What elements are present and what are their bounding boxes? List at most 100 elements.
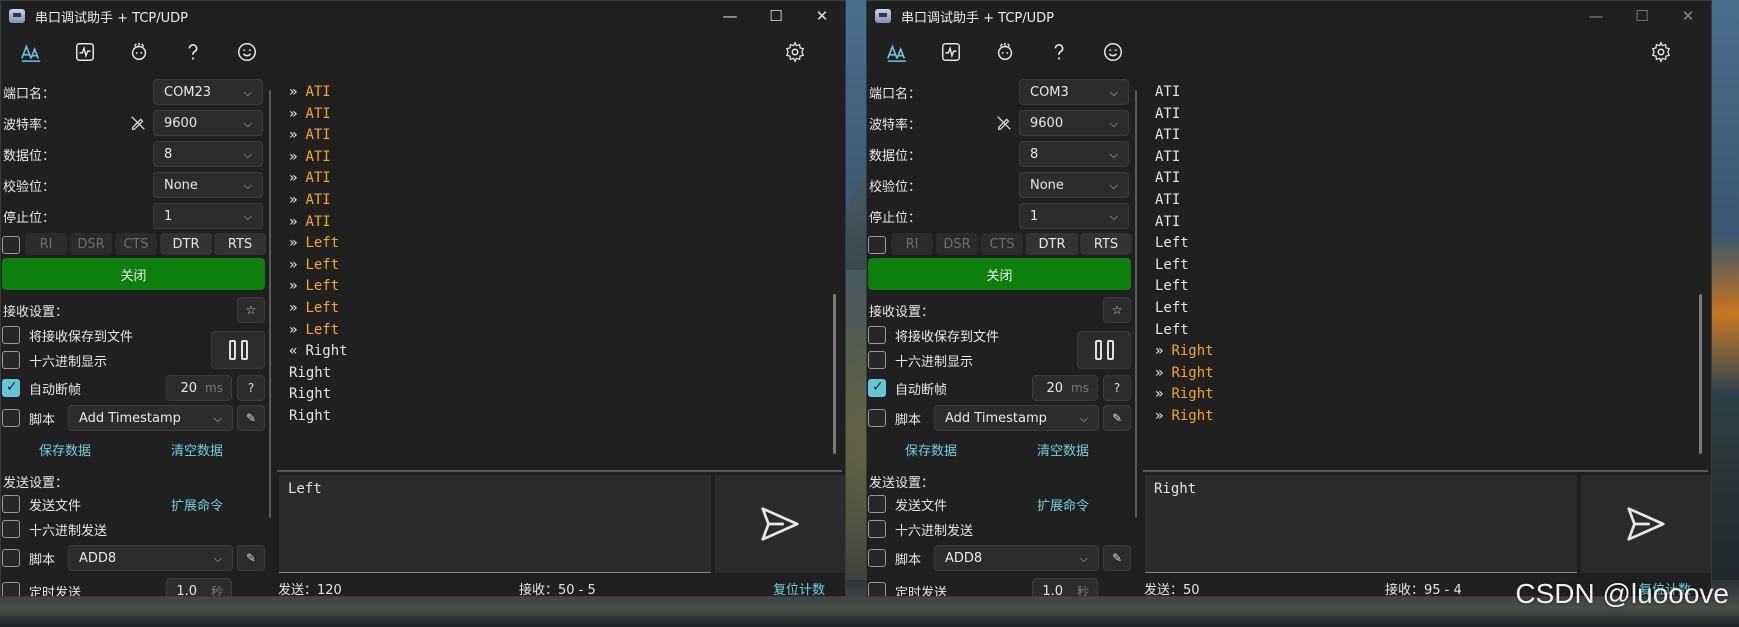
signal-dtr[interactable]: DTR	[160, 233, 212, 255]
recv-script-select[interactable]: Add Timestamp ⌵	[68, 405, 233, 431]
databits-select[interactable]: 8 ⌵	[1019, 141, 1129, 167]
pencil-edit-icon[interactable]	[129, 114, 149, 132]
waveform-icon[interactable]	[67, 34, 103, 70]
clear-data-link[interactable]: 清空数据	[1037, 440, 1089, 459]
receive-line: » Left	[289, 253, 339, 277]
recv-script-edit-button[interactable]: ✎	[1103, 405, 1131, 431]
auto-frame-input[interactable]: 20 ms	[1032, 375, 1098, 401]
send-button[interactable]	[1581, 475, 1711, 573]
gear-icon[interactable]	[777, 34, 813, 70]
send-script-select[interactable]: ADD8 ⌵	[68, 545, 233, 571]
send-script-edit-button[interactable]: ✎	[1103, 545, 1131, 571]
send-script-checkbox[interactable]	[868, 549, 886, 567]
baud-select[interactable]: 9600 ⌵	[153, 110, 263, 136]
auto-frame-help-button[interactable]: ?	[237, 375, 265, 401]
port-select[interactable]: COM3 ⌵	[1019, 79, 1129, 105]
save-to-file-checkbox[interactable]	[868, 326, 886, 344]
star-button[interactable]: ☆	[237, 297, 265, 323]
recv-script-checkbox[interactable]	[868, 409, 886, 427]
receive-area[interactable]: » ATI » ATI » ATI » ATI » ATI » ATI » ATI » Left » Left » L…	[277, 76, 842, 470]
send-script-edit-button[interactable]: ✎	[237, 545, 265, 571]
timed-send-input[interactable]: 1.0 秒	[1032, 578, 1098, 596]
serial-font-icon[interactable]	[13, 34, 49, 70]
signal-dtr[interactable]: DTR	[1026, 233, 1078, 255]
stopbits-select[interactable]: 1 ⌵	[1019, 203, 1129, 229]
recv-script-select[interactable]: Add Timestamp ⌵	[934, 405, 1099, 431]
direction-arrow: »	[289, 84, 298, 100]
signal-rts[interactable]: RTS	[214, 233, 266, 255]
receive-scrollbar[interactable]	[1699, 294, 1702, 454]
waveform-icon[interactable]	[933, 34, 969, 70]
ext-cmd-link[interactable]: 扩展命令	[1037, 495, 1089, 514]
pencil-edit-icon[interactable]	[995, 114, 1015, 132]
timed-send-checkbox[interactable]	[2, 582, 20, 596]
open-close-button[interactable]: 关闭	[868, 258, 1131, 290]
save-data-link[interactable]: 保存数据	[905, 440, 957, 459]
direction-arrow: »	[289, 235, 298, 252]
maximize-button[interactable]: ☐	[753, 1, 799, 31]
serial-font-icon[interactable]	[879, 34, 915, 70]
receive-line: » ATI	[289, 123, 331, 147]
mascot-icon[interactable]	[987, 34, 1023, 70]
help-icon[interactable]	[1041, 34, 1077, 70]
receive-area[interactable]: ATI ATI ATI ATI ATI ATI ATI Left Left Left Left Lef…	[1143, 76, 1708, 470]
minimize-button[interactable]: —	[707, 1, 753, 31]
send-script-select[interactable]: ADD8 ⌵	[934, 545, 1099, 571]
signal-checkbox[interactable]	[868, 236, 886, 254]
recv-script-edit-button[interactable]: ✎	[237, 405, 265, 431]
stopbits-select[interactable]: 1 ⌵	[153, 203, 263, 229]
save-to-file-checkbox[interactable]	[2, 326, 20, 344]
hex-send-checkbox[interactable]	[868, 520, 886, 538]
minimize-button[interactable]: —	[1573, 1, 1619, 31]
help-icon[interactable]	[175, 34, 211, 70]
ext-cmd-link[interactable]: 扩展命令	[171, 495, 223, 514]
smiley-icon[interactable]	[1095, 34, 1131, 70]
hex-send-checkbox[interactable]	[2, 520, 20, 538]
settings-scrollbar[interactable]	[269, 90, 271, 518]
hex-display-label: 十六进制显示	[29, 354, 108, 370]
save-data-link[interactable]: 保存数据	[39, 440, 91, 459]
auto-frame-input[interactable]: 20 ms	[166, 375, 232, 401]
send-script-value: ADD8	[79, 550, 117, 566]
databits-select[interactable]: 8 ⌵	[153, 141, 263, 167]
direction-arrow: «	[289, 343, 298, 360]
star-button[interactable]: ☆	[1103, 297, 1131, 323]
recv-script-checkbox[interactable]	[2, 409, 20, 427]
open-close-button[interactable]: 关闭	[2, 258, 265, 290]
smiley-icon[interactable]	[229, 34, 265, 70]
send-input[interactable]: Left	[279, 475, 711, 573]
clear-data-link[interactable]: 清空数据	[171, 440, 223, 459]
send-input[interactable]: Right	[1145, 475, 1577, 573]
receive-line: Left	[1155, 253, 1189, 277]
hex-display-checkbox[interactable]	[868, 351, 886, 369]
parity-select[interactable]: None ⌵	[1019, 172, 1129, 198]
signal-checkbox[interactable]	[2, 236, 20, 254]
send-button[interactable]	[715, 475, 845, 573]
timed-send-checkbox[interactable]	[868, 582, 886, 596]
hex-display-checkbox[interactable]	[2, 351, 20, 369]
gear-icon[interactable]	[1643, 34, 1679, 70]
auto-frame-help-button[interactable]: ?	[1103, 375, 1131, 401]
send-file-checkbox[interactable]	[2, 495, 20, 513]
maximize-button[interactable]: ☐	[1619, 1, 1665, 31]
close-button[interactable]: ✕	[1665, 1, 1711, 31]
mascot-icon[interactable]	[121, 34, 157, 70]
auto-frame-checkbox[interactable]	[868, 379, 886, 397]
receive-scrollbar[interactable]	[833, 294, 836, 454]
signal-rts[interactable]: RTS	[1080, 233, 1132, 255]
port-value: COM3	[1030, 84, 1069, 100]
parity-select[interactable]: None ⌵	[153, 172, 263, 198]
reset-count-link[interactable]: 复位计数	[773, 579, 825, 596]
settings-scrollbar[interactable]	[1135, 90, 1137, 518]
receive-line-text: Left	[305, 321, 340, 338]
send-file-checkbox[interactable]	[868, 495, 886, 513]
baud-select[interactable]: 9600 ⌵	[1019, 110, 1129, 136]
port-select[interactable]: COM23 ⌵	[153, 79, 263, 105]
close-button[interactable]: ✕	[799, 1, 845, 31]
auto-frame-checkbox[interactable]	[2, 379, 20, 397]
receive-line-text: Right	[1171, 408, 1214, 424]
send-script-checkbox[interactable]	[2, 549, 20, 567]
timed-send-input[interactable]: 1.0 秒	[166, 578, 232, 596]
baud-label: 波特率：	[3, 117, 56, 133]
timed-send-label: 定时发送	[895, 585, 948, 597]
